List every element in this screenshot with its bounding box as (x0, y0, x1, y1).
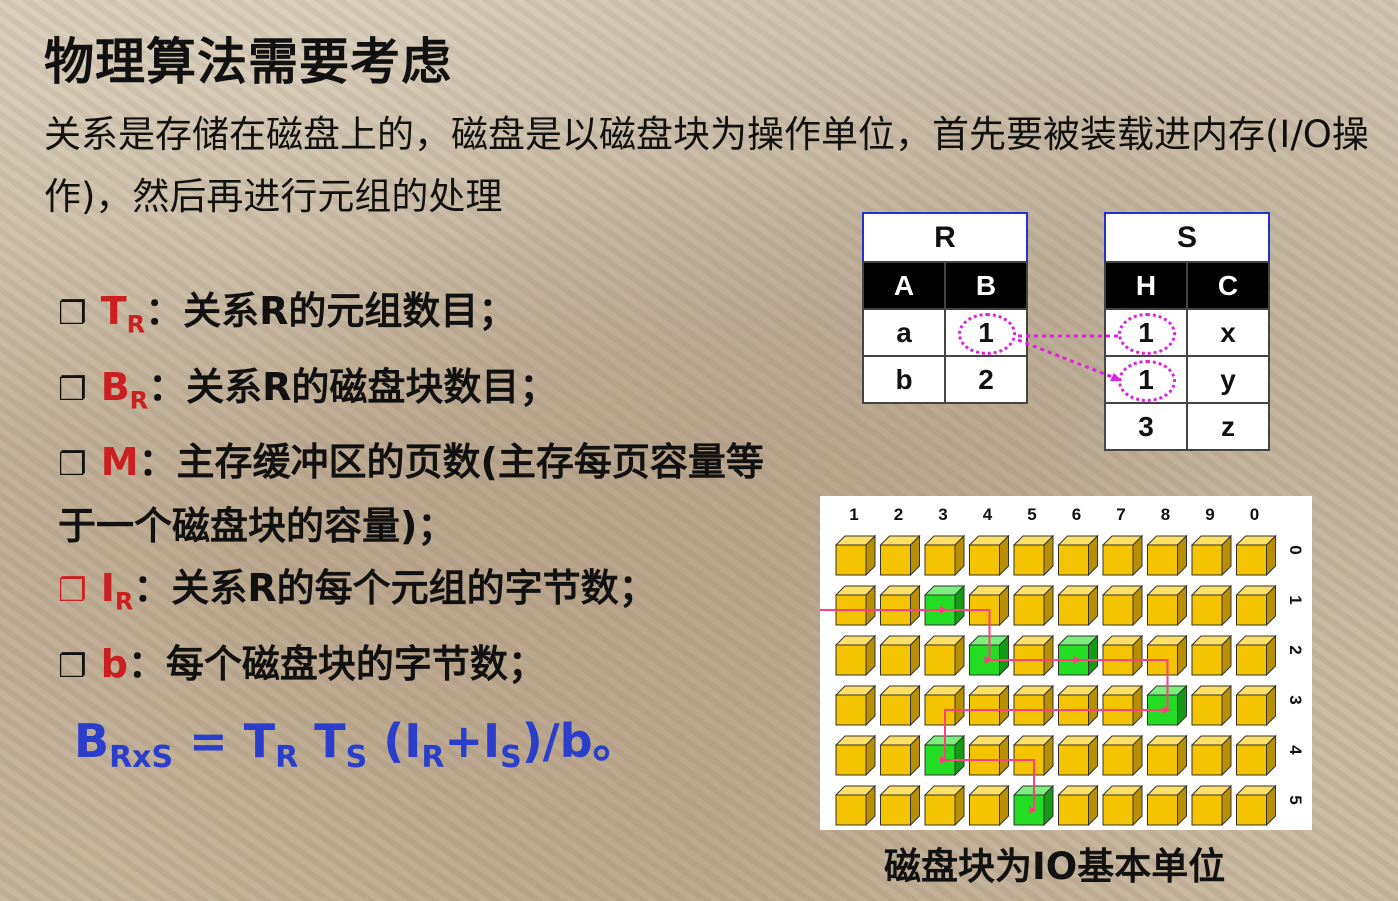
disk-block-active (923, 584, 966, 627)
disk-block-active (1057, 634, 1099, 677)
disk-block-grid: 1 2 3 4 5 6 7 8 9 0 0 1 2 3 4 5 (820, 496, 1312, 830)
disk-block (879, 784, 921, 827)
column-number-label: 9 (1205, 505, 1214, 524)
arrow-head-icon (1110, 373, 1122, 381)
disk-block (968, 684, 1010, 727)
row-number-label: 0 (1286, 545, 1305, 554)
disk-block (834, 784, 877, 827)
disk-block (834, 584, 877, 627)
disk-caption: 磁盘块为IO基本单位 (884, 845, 1226, 888)
disk-block (879, 734, 921, 777)
column-number-label: 6 (1072, 505, 1081, 524)
column-number-label: 0 (1250, 505, 1259, 524)
column-number-label: 4 (983, 505, 993, 524)
column-number-label: 8 (1161, 505, 1170, 524)
disk-block (834, 534, 877, 577)
disk-block (879, 534, 921, 577)
disk-block (1057, 584, 1099, 627)
disk-block (1190, 684, 1233, 727)
row-number-label: 3 (1286, 695, 1305, 704)
disk-block (1101, 634, 1144, 677)
disk-block (879, 684, 921, 727)
disk-block (1101, 584, 1144, 627)
disk-block (1057, 734, 1099, 777)
disk-block (923, 634, 966, 677)
column-number-label: 3 (938, 505, 947, 524)
disk-block (879, 634, 921, 677)
row-number-label: 1 (1286, 595, 1305, 604)
disk-block (1235, 684, 1277, 727)
disk-block (1012, 684, 1055, 727)
disk-block (1057, 784, 1099, 827)
disk-block (1146, 784, 1188, 827)
disk-block (1146, 534, 1188, 577)
disk-block (1235, 784, 1277, 827)
disk-block (834, 634, 877, 677)
disk-block (1190, 584, 1233, 627)
disk-block (1190, 634, 1233, 677)
disk-block (1101, 784, 1144, 827)
column-number-label: 7 (1116, 505, 1125, 524)
disk-block (1057, 534, 1099, 577)
disk-block (1101, 534, 1144, 577)
disk-block (1190, 534, 1233, 577)
column-number-label: 2 (894, 505, 903, 524)
disk-block (1235, 584, 1277, 627)
disk-block (1146, 584, 1188, 627)
column-number-label: 5 (1027, 505, 1036, 524)
disk-block (1235, 634, 1277, 677)
disk-block (834, 734, 877, 777)
disk-block (1057, 684, 1099, 727)
disk-block (1012, 534, 1055, 577)
disk-block (879, 584, 921, 627)
disk-block (834, 684, 877, 727)
disk-block (968, 534, 1010, 577)
disk-block (968, 784, 1010, 827)
disk-block (1190, 734, 1233, 777)
disk-block (923, 534, 966, 577)
disk-block (1235, 534, 1277, 577)
row-number-label: 4 (1286, 745, 1305, 755)
disk-block (1190, 784, 1233, 827)
join-link-line (1017, 338, 1121, 382)
disk-block (1101, 734, 1144, 777)
disk-block (923, 784, 966, 827)
disk-block (1235, 734, 1277, 777)
row-number-label: 2 (1286, 645, 1305, 654)
column-number-label: 1 (849, 505, 858, 524)
disk-block (1101, 684, 1144, 727)
disk-block (1146, 734, 1188, 777)
disk-block (1012, 584, 1055, 627)
disk-block (1012, 634, 1055, 677)
disk-block-svg: 1 2 3 4 5 6 7 8 9 0 0 1 2 3 4 5 (820, 505, 1305, 827)
row-number-label: 5 (1286, 795, 1305, 804)
disk-block (968, 734, 1010, 777)
